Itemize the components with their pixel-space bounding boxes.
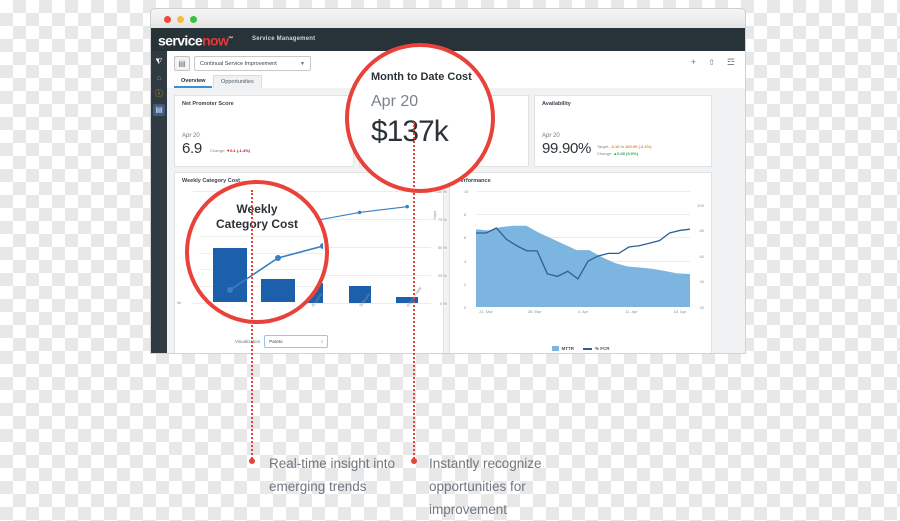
grid-menu-icon[interactable]: ▤	[174, 56, 190, 71]
legend-line-fcr	[583, 347, 592, 350]
visualization-control: Visualization Pareto ↕	[235, 335, 329, 348]
target-min: -0.10	[610, 144, 620, 149]
window-close-button[interactable]	[164, 16, 171, 23]
target-pct: (-0.1%)	[638, 144, 652, 149]
performance-left-axis-tick: 6	[464, 235, 467, 241]
performance-left-axis-tick: 8	[464, 212, 467, 218]
filter-icon[interactable]: ⧨	[153, 56, 165, 68]
pareto-left-axis-tick: 0k	[177, 300, 182, 305]
logo-service-text: service	[158, 32, 203, 49]
legend-item-fcr[interactable]: % FCR	[583, 346, 610, 351]
performance-x-axis-tick: 18. Apr	[673, 309, 687, 314]
settings-icon[interactable]: ☲	[727, 56, 735, 69]
pareto-right-axis-tick: 25 %	[437, 273, 447, 278]
change-label: Change:	[597, 151, 613, 156]
magnified-kpi-value: $137k	[371, 115, 449, 148]
legend-label-fcr: % FCR	[595, 345, 610, 351]
change-value: 0.00 (0.0%)	[617, 151, 638, 156]
kpi-date: Apr 20	[182, 133, 200, 139]
kpi-change: Change: ▼0.1 (-1.4%)	[210, 148, 250, 153]
target-to: to	[620, 144, 624, 149]
spinner-icon: ↕	[320, 338, 324, 345]
tab-opportunities[interactable]: Opportunities	[213, 75, 262, 88]
window-maximize-button[interactable]	[190, 16, 197, 23]
magnified-chart-title: Weekly Category Cost	[189, 202, 325, 232]
availability-card[interactable]: Availability Apr 20 99.90% Target: -0.10…	[534, 95, 712, 167]
net-promoter-score-card[interactable]: Net Promoter Score Apr 20 6.9 Change: ▼0…	[174, 95, 354, 167]
kpi-date: Apr 20	[542, 133, 560, 139]
dashboard-selector[interactable]: Continual Service Improvement ▼	[194, 56, 311, 71]
alert-icon[interactable]: ⓘ	[153, 88, 165, 100]
magnified-kpi-date: Apr 20	[371, 93, 419, 110]
magnified-title-line2: Category Cost	[215, 217, 298, 231]
target-label: Target:	[597, 144, 610, 149]
magnifier-weekly-category-cost: Weekly Category Cost 0k	[185, 180, 329, 324]
logo-trademark: ™	[228, 36, 233, 42]
legend-label-mttr: MTTR	[561, 345, 575, 351]
callout-leader-line-2	[413, 122, 415, 462]
performance-x-axis-tick: 21. Mar	[479, 309, 493, 314]
chevron-down-icon: ▼	[300, 60, 305, 67]
pareto-right-axis-tick: 0 %	[440, 301, 447, 306]
card-title: Net Promoter Score	[182, 101, 234, 107]
home-icon[interactable]: ⌂	[153, 72, 165, 84]
callout-text-1: Real-time insight into emerging trends	[269, 456, 396, 494]
performance-y-axis-label: Days	[432, 210, 438, 221]
performance-chart[interactable]: 0 2 4 6 8 10 20 40 60 80 100 21. Mar 28. Mar 4. Apr 11…	[464, 189, 704, 321]
performance-right-axis-tick: 40	[699, 279, 704, 285]
performance-x-axis-tick: 4. Apr	[577, 309, 589, 314]
legend-item-mttr[interactable]: MTTR	[551, 345, 575, 351]
kpi-value: 99.90%	[542, 140, 592, 157]
performance-left-axis-tick: 0	[464, 305, 467, 310]
mttr-area	[476, 225, 690, 307]
performance-right-axis-tick: 60	[699, 253, 704, 259]
change-value: 0.1 (-1.4%)	[230, 148, 251, 153]
magnifier-month-to-date-cost: Month to Date Cost Apr 20 $137k	[345, 43, 495, 193]
legend-swatch-mttr	[551, 346, 559, 351]
app-header-subtitle: Service Management	[252, 36, 316, 42]
pareto-right-axis-tick: 75 %	[437, 217, 447, 222]
performance-left-axis-tick: 2	[464, 281, 467, 287]
pareto-right-axis-tick: 50 %	[437, 245, 447, 250]
add-widget-icon[interactable]: +	[691, 56, 696, 69]
visualization-select[interactable]: Pareto ↕	[264, 335, 329, 348]
performance-left-axis-tick: 10	[464, 189, 469, 194]
magnified-cumulative-line	[227, 243, 323, 293]
magnified-title-line1: Weekly	[236, 202, 278, 216]
servicenow-logo[interactable]: servicenow™	[158, 32, 233, 48]
dashboard-selector-value: Continual Service Improvement	[200, 60, 277, 67]
performance-right-axis-tick: 80	[699, 228, 704, 234]
kpi-change: Change: ▲0.00 (0.0%)	[597, 151, 638, 156]
left-navigation-rail: ⧨ ⌂ ⓘ ▤	[151, 51, 167, 353]
performance-right-axis-tick: 100	[697, 202, 704, 208]
callout-marker-1	[249, 458, 255, 464]
card-title: Weekly Category Cost	[182, 178, 240, 184]
target-row: Target: -0.10 to 100.00 (-0.1%)	[597, 144, 652, 149]
performance-left-axis-tick: 4	[464, 258, 467, 264]
visualization-value: Pareto	[269, 339, 283, 344]
kpi-value: 6.9	[182, 140, 202, 157]
performance-x-axis-tick: 28. Mar	[527, 309, 542, 314]
performance-card[interactable]: Performance Days 0 2 4 6 8 10 20 40 60 80 100 21. M…	[432, 172, 712, 353]
change-label: Change:	[210, 148, 226, 153]
performance-right-axis-tick: 20	[699, 305, 704, 310]
magnified-pareto-chart: 0k	[197, 236, 323, 316]
tab-overview[interactable]: Overview	[174, 75, 213, 88]
performance-x-axis-tick: 11. Apr	[625, 309, 638, 314]
target-max: 100.00	[625, 144, 638, 149]
card-title: Availability	[542, 101, 571, 107]
window-titlebar	[150, 8, 746, 28]
callout-leader-line-1	[251, 190, 253, 462]
reports-icon[interactable]: ▤	[153, 104, 165, 116]
logo-now-text: now	[202, 32, 229, 49]
magnified-card-title: Month to Date Cost	[371, 71, 472, 83]
visualization-label: Visualization	[235, 339, 261, 344]
performance-plot	[476, 225, 690, 307]
callout-text-2: Instantly recognize opportunities for im…	[429, 456, 542, 517]
performance-legend: MTTR % FCR	[450, 346, 711, 351]
share-icon[interactable]: ⇧	[708, 56, 715, 69]
window-minimize-button[interactable]	[177, 16, 184, 23]
